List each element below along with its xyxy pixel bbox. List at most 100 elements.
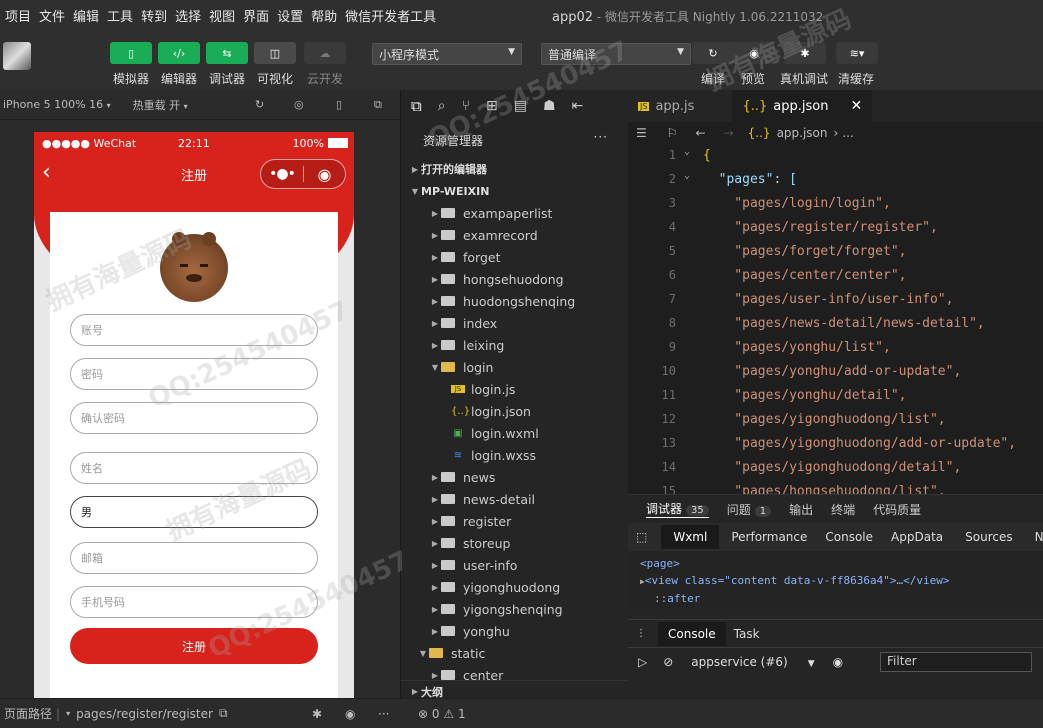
code-line[interactable]: "pages/hongsehuodong/list", [703,484,945,494]
mode-select[interactable]: 小程序模式 ▼ [372,43,522,65]
problems-indicator[interactable]: ⊗ 0 ⚠ 1 [418,707,466,721]
tab-sources[interactable]: Sources [965,530,1012,544]
menu-wechat-devtools[interactable]: 微信开发者工具 [345,6,436,25]
phone-number-input[interactable]: 手机号码 [70,586,318,618]
code-line[interactable]: { [703,148,711,163]
wxml-tree[interactable]: <page> ▶<view class="content data-v-ff86… [628,551,1043,611]
git-branch-icon[interactable]: ⑂ [462,98,470,114]
tab-performance[interactable]: Performance [731,530,807,544]
page-path-label[interactable]: 页面路径 [4,705,52,722]
wxml-after-node[interactable]: ::after [640,590,1043,607]
compile-select[interactable]: 普通编译 ▼ [541,43,691,65]
compile-button[interactable]: ↻ [692,42,734,64]
code-line[interactable]: "pages": [ [703,172,797,187]
eye-icon[interactable]: ◉ [345,707,355,721]
visual-toggle[interactable]: ◫ [254,42,296,64]
file-tree-item[interactable]: ▶ leixing [401,334,628,356]
clear-cache-button[interactable]: ≋▾ [836,42,878,64]
more-icon[interactable]: ··· [378,707,389,721]
tab-appdata[interactable]: AppData [891,530,943,544]
phone-icon[interactable]: ▯ [336,98,342,111]
outline-section[interactable]: ▶ 大纲 [401,680,628,698]
menu-help[interactable]: 帮助 [311,6,337,25]
tab-app-json[interactable]: {..} app.json ✕ [732,90,873,122]
file-tree-item[interactable]: ▶ examrecord [401,224,628,246]
file-tree-item[interactable]: ▶ register [401,510,628,532]
collapse-icon[interactable]: ⇤ [572,98,584,114]
clear-console-icon[interactable]: ⊘ [663,655,673,669]
email-input[interactable]: 邮箱 [70,542,318,574]
extensions-icon[interactable]: ⊞ [486,98,498,114]
wxml-page-node[interactable]: <page> [640,555,1043,572]
file-tree-item[interactable]: ▼ static [401,642,628,664]
file-tree-item[interactable]: ▶ news [401,466,628,488]
debugger-toggle[interactable]: ⇆ [206,42,248,64]
close-capsule-icon[interactable]: ◉ [304,165,345,184]
stop-icon[interactable]: ◎ [294,98,304,111]
tab-wxml[interactable]: Wxml [661,525,720,549]
inspect-icon[interactable]: ⬚ [636,530,647,544]
confirm-password-input[interactable]: 确认密码 [70,402,318,434]
tab-output[interactable]: 输出 [789,501,813,518]
tab-terminal[interactable]: 终端 [831,501,855,518]
menu-settings[interactable]: 设置 [277,6,303,25]
tab-app-js[interactable]: JS app.js [628,90,704,122]
breadcrumb-tail[interactable]: ... [842,126,853,140]
password-input[interactable]: 密码 [70,358,318,390]
eye-icon[interactable]: ◉ [833,655,843,669]
file-tree-item[interactable]: ▶ yonghu [401,620,628,642]
tab-task[interactable]: Task [734,627,760,641]
fold-icon[interactable]: ⌄ [684,170,690,181]
menu-edit[interactable]: 编辑 [73,6,99,25]
filter-input[interactable]: Filter [880,651,1032,672]
bookmark-icon[interactable]: ⚐ [667,126,678,140]
forward-arrow-icon[interactable]: → [724,126,734,140]
reload-icon[interactable]: ↻ [255,98,264,111]
file-tree-item[interactable]: ▶ news-detail [401,488,628,510]
file-tree-item[interactable]: ▶ storeup [401,532,628,554]
file-tree-item[interactable]: ▶ yigonghuodong [401,576,628,598]
breadcrumb-file[interactable]: app.json [777,126,828,140]
avatar[interactable] [160,232,228,302]
code-line[interactable]: "pages/yigonghuodong/list", [703,412,945,427]
docker-icon[interactable]: ☗ [543,98,556,114]
menu-tools[interactable]: 工具 [107,6,133,25]
file-tree-item[interactable]: ▶ index [401,312,628,334]
register-button[interactable]: 注册 [70,628,318,664]
simulator-toggle[interactable]: ▯ [110,42,152,64]
menu-select[interactable]: 选择 [175,6,201,25]
file-tree-item[interactable]: ▼ login [401,356,628,378]
menu-view[interactable]: 视图 [209,6,235,25]
real-debug-button[interactable]: ✱ [784,42,826,64]
code-line[interactable]: "pages/yigonghuodong/add-or-update", [703,436,1016,451]
panel-icon[interactable]: ▤ [514,98,527,114]
wxml-view-node[interactable]: ▶<view class="content data-v-ff8636a4">…… [640,572,1043,590]
file-tree-item[interactable]: ▶ user-info [401,554,628,576]
tab-issues[interactable]: 问题 1 [727,501,772,518]
tab-network[interactable]: Net [1035,530,1043,544]
copy-icon[interactable]: ⧉ [219,706,228,721]
name-input[interactable]: 姓名 [70,452,318,484]
fold-icon[interactable]: ⌄ [684,146,690,157]
project-root-section[interactable]: ▼ MP-WEIXIN [401,180,628,202]
code-line[interactable]: "pages/forget/forget", [703,244,906,259]
more-icon[interactable]: ⋮ [636,628,646,639]
tab-console-drawer[interactable]: Console [658,621,726,646]
code-line[interactable]: "pages/user-info/user-info", [703,292,953,307]
code-line[interactable]: "pages/yonghu/list", [703,340,891,355]
code-line[interactable]: "pages/register/register", [703,220,938,235]
menu-file[interactable]: 文件 [39,6,65,25]
files-icon[interactable]: ⧉ [411,97,422,115]
cloud-button[interactable]: ☁ [304,42,346,64]
file-tree-item[interactable]: ≋ login.wxss [401,444,628,466]
tab-debugger[interactable]: 调试器 35 [646,500,709,518]
code-line[interactable]: "pages/yonghu/add-or-update", [703,364,961,379]
menu-project[interactable]: 项目 [5,6,31,25]
hot-reload-toggle[interactable]: 热重载 开 ▾ [133,97,188,113]
open-editors-section[interactable]: ▶ 打开的编辑器 [401,158,628,180]
menu-goto[interactable]: 转到 [141,6,167,25]
file-tree-item[interactable]: ▶ forget [401,246,628,268]
back-arrow-icon[interactable]: ← [696,126,706,140]
file-tree-item[interactable]: ▶ yigongshenqing [401,598,628,620]
menu-interface[interactable]: 界面 [243,6,269,25]
